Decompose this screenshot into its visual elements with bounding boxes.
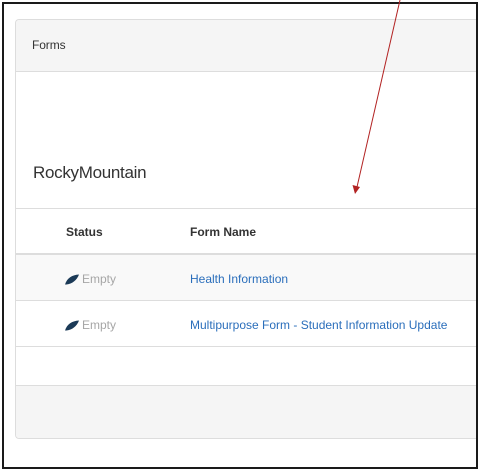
status-column-header: Status [66, 225, 103, 239]
status-text: Empty [82, 318, 117, 332]
form-link-health-information[interactable]: Health Information [190, 272, 288, 286]
forms-panel: Forms RockyMountain Status Form Name Emp… [15, 19, 476, 439]
form-name-column-header: Form Name [190, 225, 257, 239]
status-text: Empty [82, 272, 117, 286]
form-link-multipurpose-form[interactable]: Multipurpose Form - Student Information … [190, 318, 447, 332]
school-name: RockyMountain [33, 163, 147, 182]
leaf-icon [65, 320, 79, 330]
status-cell: Empty [64, 318, 116, 332]
table-header-row: Status Form Name [16, 209, 476, 255]
forms-table: Status Form Name Empty Health Informatio… [16, 208, 476, 394]
panel-heading: Forms [16, 20, 476, 72]
table-row: Empty Health Information [16, 255, 476, 301]
panel-title: Forms [32, 38, 66, 52]
panel-footer [16, 385, 476, 438]
status-cell: Empty [64, 272, 116, 286]
leaf-icon [65, 274, 79, 284]
table-row: Empty Multipurpose Form - Student Inform… [16, 301, 476, 347]
